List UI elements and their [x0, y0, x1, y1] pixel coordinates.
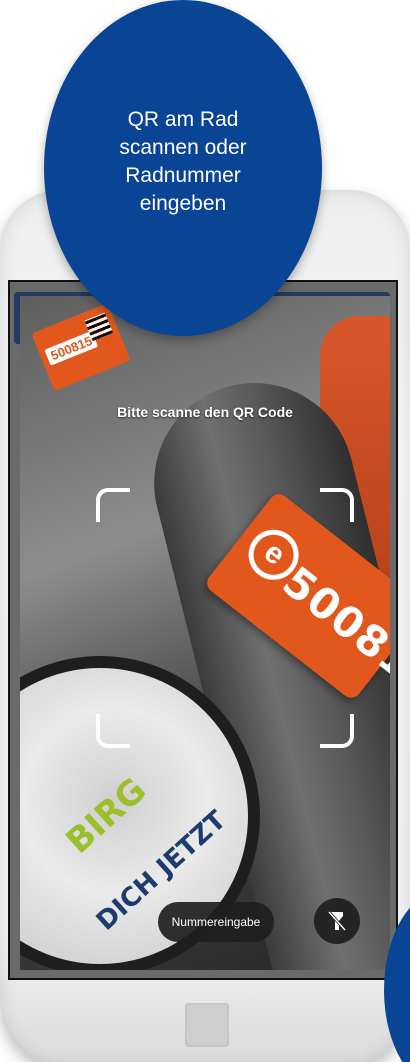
- callout-line-4: eingeben: [139, 192, 227, 215]
- scan-frame-corner-top-right: [320, 488, 354, 522]
- phone-screen: 500815 e 50081 BIRG DICH JETZT Bitte sca…: [8, 280, 398, 980]
- callout-line-3: Radnummer: [125, 164, 241, 187]
- camera-preview[interactable]: 500815 e 50081 BIRG DICH JETZT Bitte sca…: [20, 296, 390, 970]
- flashlight-toggle-button[interactable]: [314, 898, 360, 944]
- manual-number-entry-button[interactable]: Nummereingabe: [158, 902, 274, 942]
- scan-frame-corner-bottom-left: [96, 714, 130, 748]
- callout-line-1: QR am Rad: [127, 108, 239, 131]
- scan-frame-corner-top-left: [96, 488, 130, 522]
- callout-line-2: scannen oder: [119, 136, 247, 159]
- scan-frame-corner-bottom-right: [320, 714, 354, 748]
- scan-instruction-title: Bitte scanne den QR Code: [117, 404, 293, 420]
- instruction-callout-bubble: QR am Rad scannen oder Radnummer eingebe…: [44, 0, 322, 336]
- device-mockup-stage: 500815 e 50081 BIRG DICH JETZT Bitte sca…: [0, 0, 410, 1062]
- home-button[interactable]: [185, 1003, 229, 1047]
- flashlight-off-icon: [327, 911, 347, 931]
- instruction-callout-text: QR am Rad scannen oder Radnummer eingebe…: [84, 106, 282, 218]
